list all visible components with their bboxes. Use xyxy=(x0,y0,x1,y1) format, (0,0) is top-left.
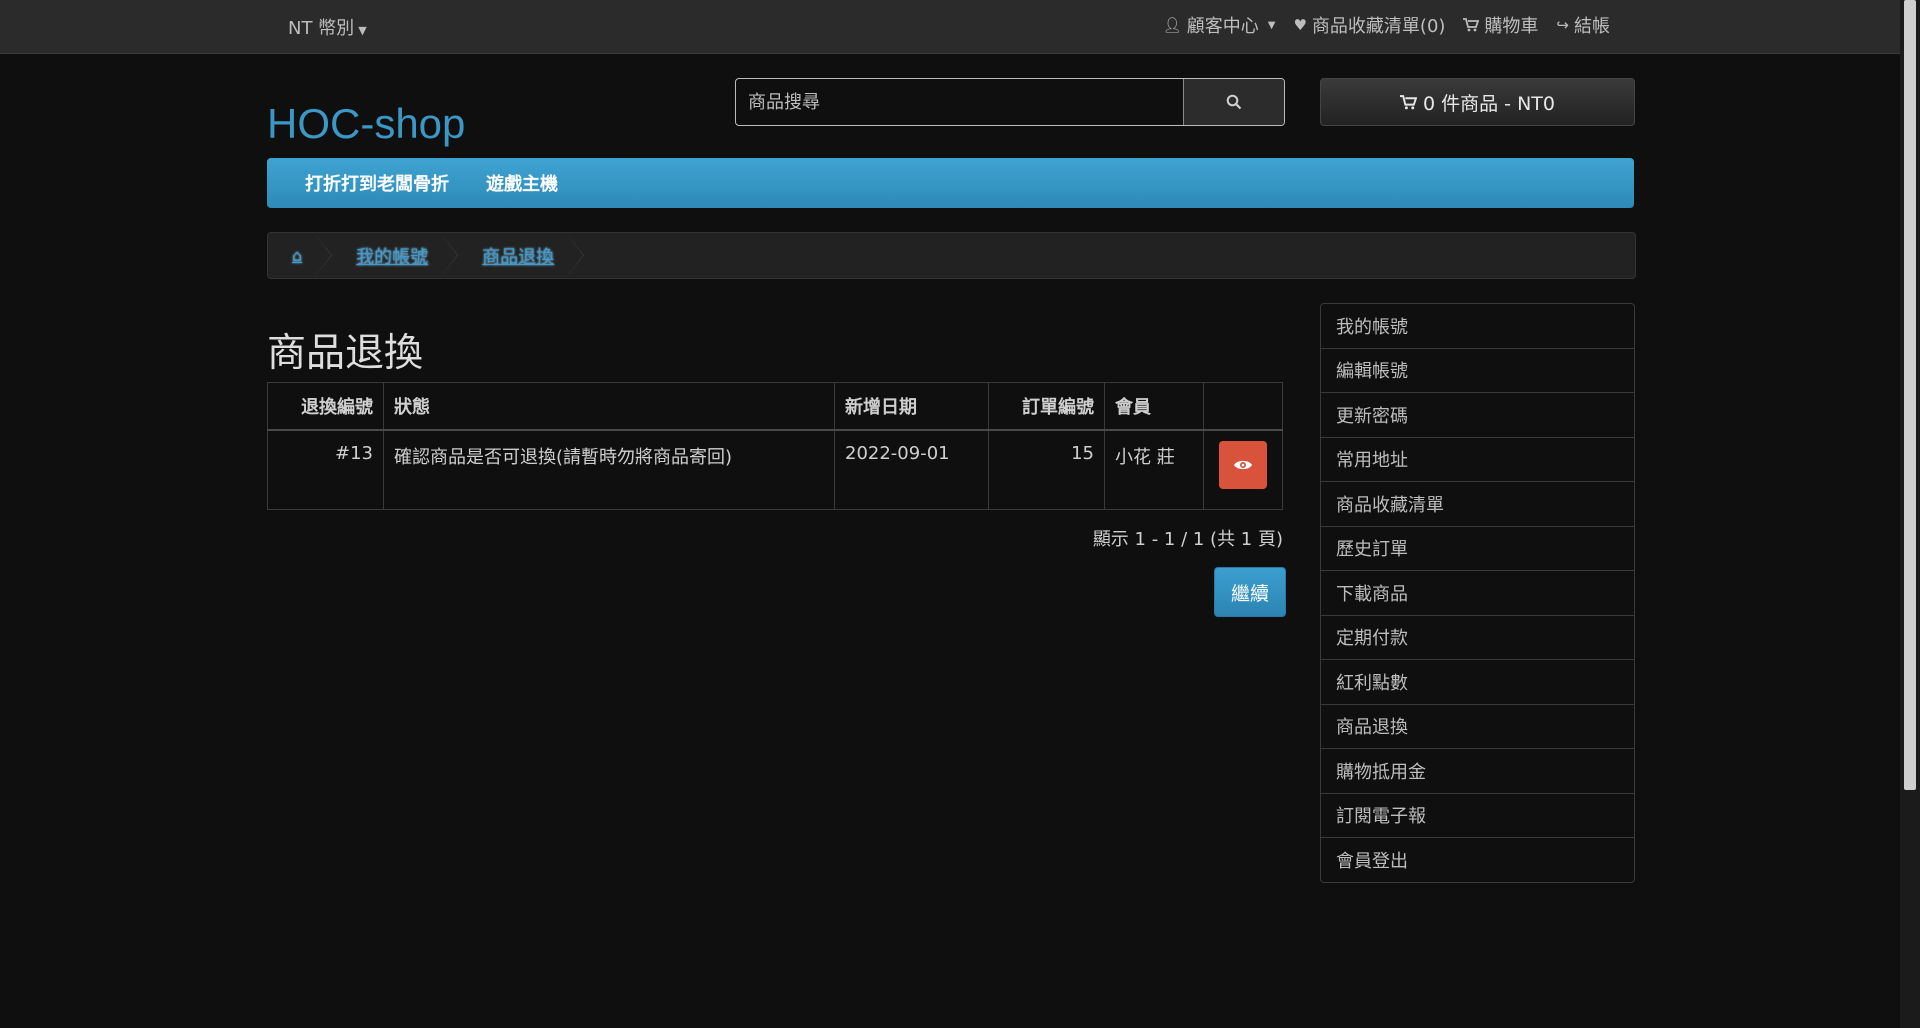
menu-item-consoles[interactable]: 遊戲主機 xyxy=(486,170,558,196)
sidebar-item-address[interactable]: 常用地址 xyxy=(1321,438,1634,482)
table-row: #13 確認商品是否可退換(請暫時勿將商品寄回) 2022-09-01 15 小… xyxy=(267,429,1283,510)
search-button[interactable] xyxy=(1183,79,1284,125)
pagination-info: 顯示 1 - 1 / 1 (共 1 頁) xyxy=(1092,529,1283,550)
account-link-label: 顧客中心 xyxy=(1186,16,1259,37)
share-icon: ↪ xyxy=(1556,16,1569,34)
cart-summary-button[interactable]: 0 件商品 - NT0 xyxy=(1320,78,1635,126)
home-icon: ⌂ xyxy=(292,246,303,265)
site-logo[interactable]: HOC-shop xyxy=(267,100,465,148)
search-box xyxy=(735,78,1285,126)
user-icon: 👤︎ xyxy=(1162,16,1182,34)
cell-order-id: 15 xyxy=(988,429,1105,510)
top-links: 👤︎ 顧客中心 ▼ ♥ 商品收藏清單(0) 購物車 ↪ 結帳 xyxy=(1163,12,1610,38)
sidebar-item-recurring[interactable]: 定期付款 xyxy=(1321,616,1634,660)
account-link[interactable]: 👤︎ 顧客中心 ▼ xyxy=(1163,12,1276,38)
sidebar-item-transactions[interactable]: 購物抵用金 xyxy=(1321,749,1634,794)
sidebar-item-edit-account[interactable]: 編輯帳號 xyxy=(1321,349,1634,393)
view-button[interactable] xyxy=(1219,441,1267,489)
col-status: 狀態 xyxy=(383,382,835,431)
col-order-id: 訂單編號 xyxy=(988,382,1105,431)
cart-summary-label: 0 件商品 - NT0 xyxy=(1423,92,1555,115)
sidebar-item-my-account[interactable]: 我的帳號 xyxy=(1321,304,1634,349)
menu-item-discount[interactable]: 打折打到老闆骨折 xyxy=(305,170,449,196)
cart-link[interactable]: 購物車 xyxy=(1463,12,1538,38)
col-member: 會員 xyxy=(1104,382,1204,431)
eye-icon xyxy=(1234,460,1252,470)
cell-date: 2022-09-01 xyxy=(834,429,989,510)
top-bar: NT 幣別 ▼ 👤︎ 顧客中心 ▼ ♥ 商品收藏清單(0) 購物車 ↪ 結帳 xyxy=(0,0,1900,54)
wishlist-link-label: 商品收藏清單(0) xyxy=(1311,16,1446,37)
sidebar-item-downloads[interactable]: 下載商品 xyxy=(1321,571,1634,616)
checkout-link[interactable]: ↪ 結帳 xyxy=(1556,12,1610,38)
cell-action xyxy=(1203,429,1283,510)
heart-icon: ♥ xyxy=(1293,16,1307,34)
scrollbar-thumb[interactable] xyxy=(1904,0,1916,790)
cell-status: 確認商品是否可退換(請暫時勿將商品寄回) xyxy=(383,429,835,510)
account-sidebar: 我的帳號 編輯帳號 更新密碼 常用地址 商品收藏清單 歷史訂單 下載商品 定期付… xyxy=(1320,303,1635,883)
page-title: 商品退換 xyxy=(267,331,424,376)
cell-member: 小花 莊 xyxy=(1104,429,1204,510)
caret-down-icon: ▼ xyxy=(358,24,367,37)
breadcrumb-returns[interactable]: 商品退換 xyxy=(458,233,585,278)
search-input[interactable] xyxy=(736,79,1183,125)
checkout-link-label: 結帳 xyxy=(1574,16,1610,37)
sidebar-item-newsletter[interactable]: 訂閱電子報 xyxy=(1321,794,1634,838)
search-icon xyxy=(1226,94,1242,110)
cart-link-label: 購物車 xyxy=(1484,16,1539,37)
continue-button[interactable]: 繼續 xyxy=(1214,567,1286,617)
wishlist-link[interactable]: ♥ 商品收藏清單(0) xyxy=(1293,12,1445,38)
breadcrumb-account[interactable]: 我的帳號 xyxy=(332,233,459,278)
sidebar-item-order-history[interactable]: 歷史訂單 xyxy=(1321,527,1634,571)
col-action xyxy=(1203,382,1283,431)
cart-icon xyxy=(1400,94,1417,109)
main-menu: 打折打到老闆骨折 遊戲主機 xyxy=(267,158,1634,208)
scrollbar[interactable] xyxy=(1900,0,1920,1028)
cart-icon xyxy=(1463,18,1480,32)
sidebar-item-logout[interactable]: 會員登出 xyxy=(1321,838,1634,882)
cell-return-id: #13 xyxy=(267,429,384,510)
breadcrumb-home[interactable]: ⌂ xyxy=(268,233,333,278)
table-header-row: 退換編號 狀態 新增日期 訂單編號 會員 xyxy=(267,382,1283,431)
col-date: 新增日期 xyxy=(834,382,989,431)
caret-down-icon: ▼ xyxy=(1267,19,1276,31)
returns-table: 退換編號 狀態 新增日期 訂單編號 會員 #13 確認商品是否可退換(請暫時勿將… xyxy=(267,382,1283,510)
sidebar-item-reward-points[interactable]: 紅利點數 xyxy=(1321,660,1634,705)
sidebar-item-returns[interactable]: 商品退換 xyxy=(1321,705,1634,749)
col-return-id: 退換編號 xyxy=(267,382,384,431)
sidebar-item-wishlist[interactable]: 商品收藏清單 xyxy=(1321,482,1634,527)
breadcrumb: ⌂ 我的帳號 商品退換 xyxy=(267,232,1636,279)
sidebar-item-password[interactable]: 更新密碼 xyxy=(1321,393,1634,438)
currency-label: NT 幣別 xyxy=(288,18,355,39)
currency-dropdown[interactable]: NT 幣別 ▼ xyxy=(288,14,367,40)
